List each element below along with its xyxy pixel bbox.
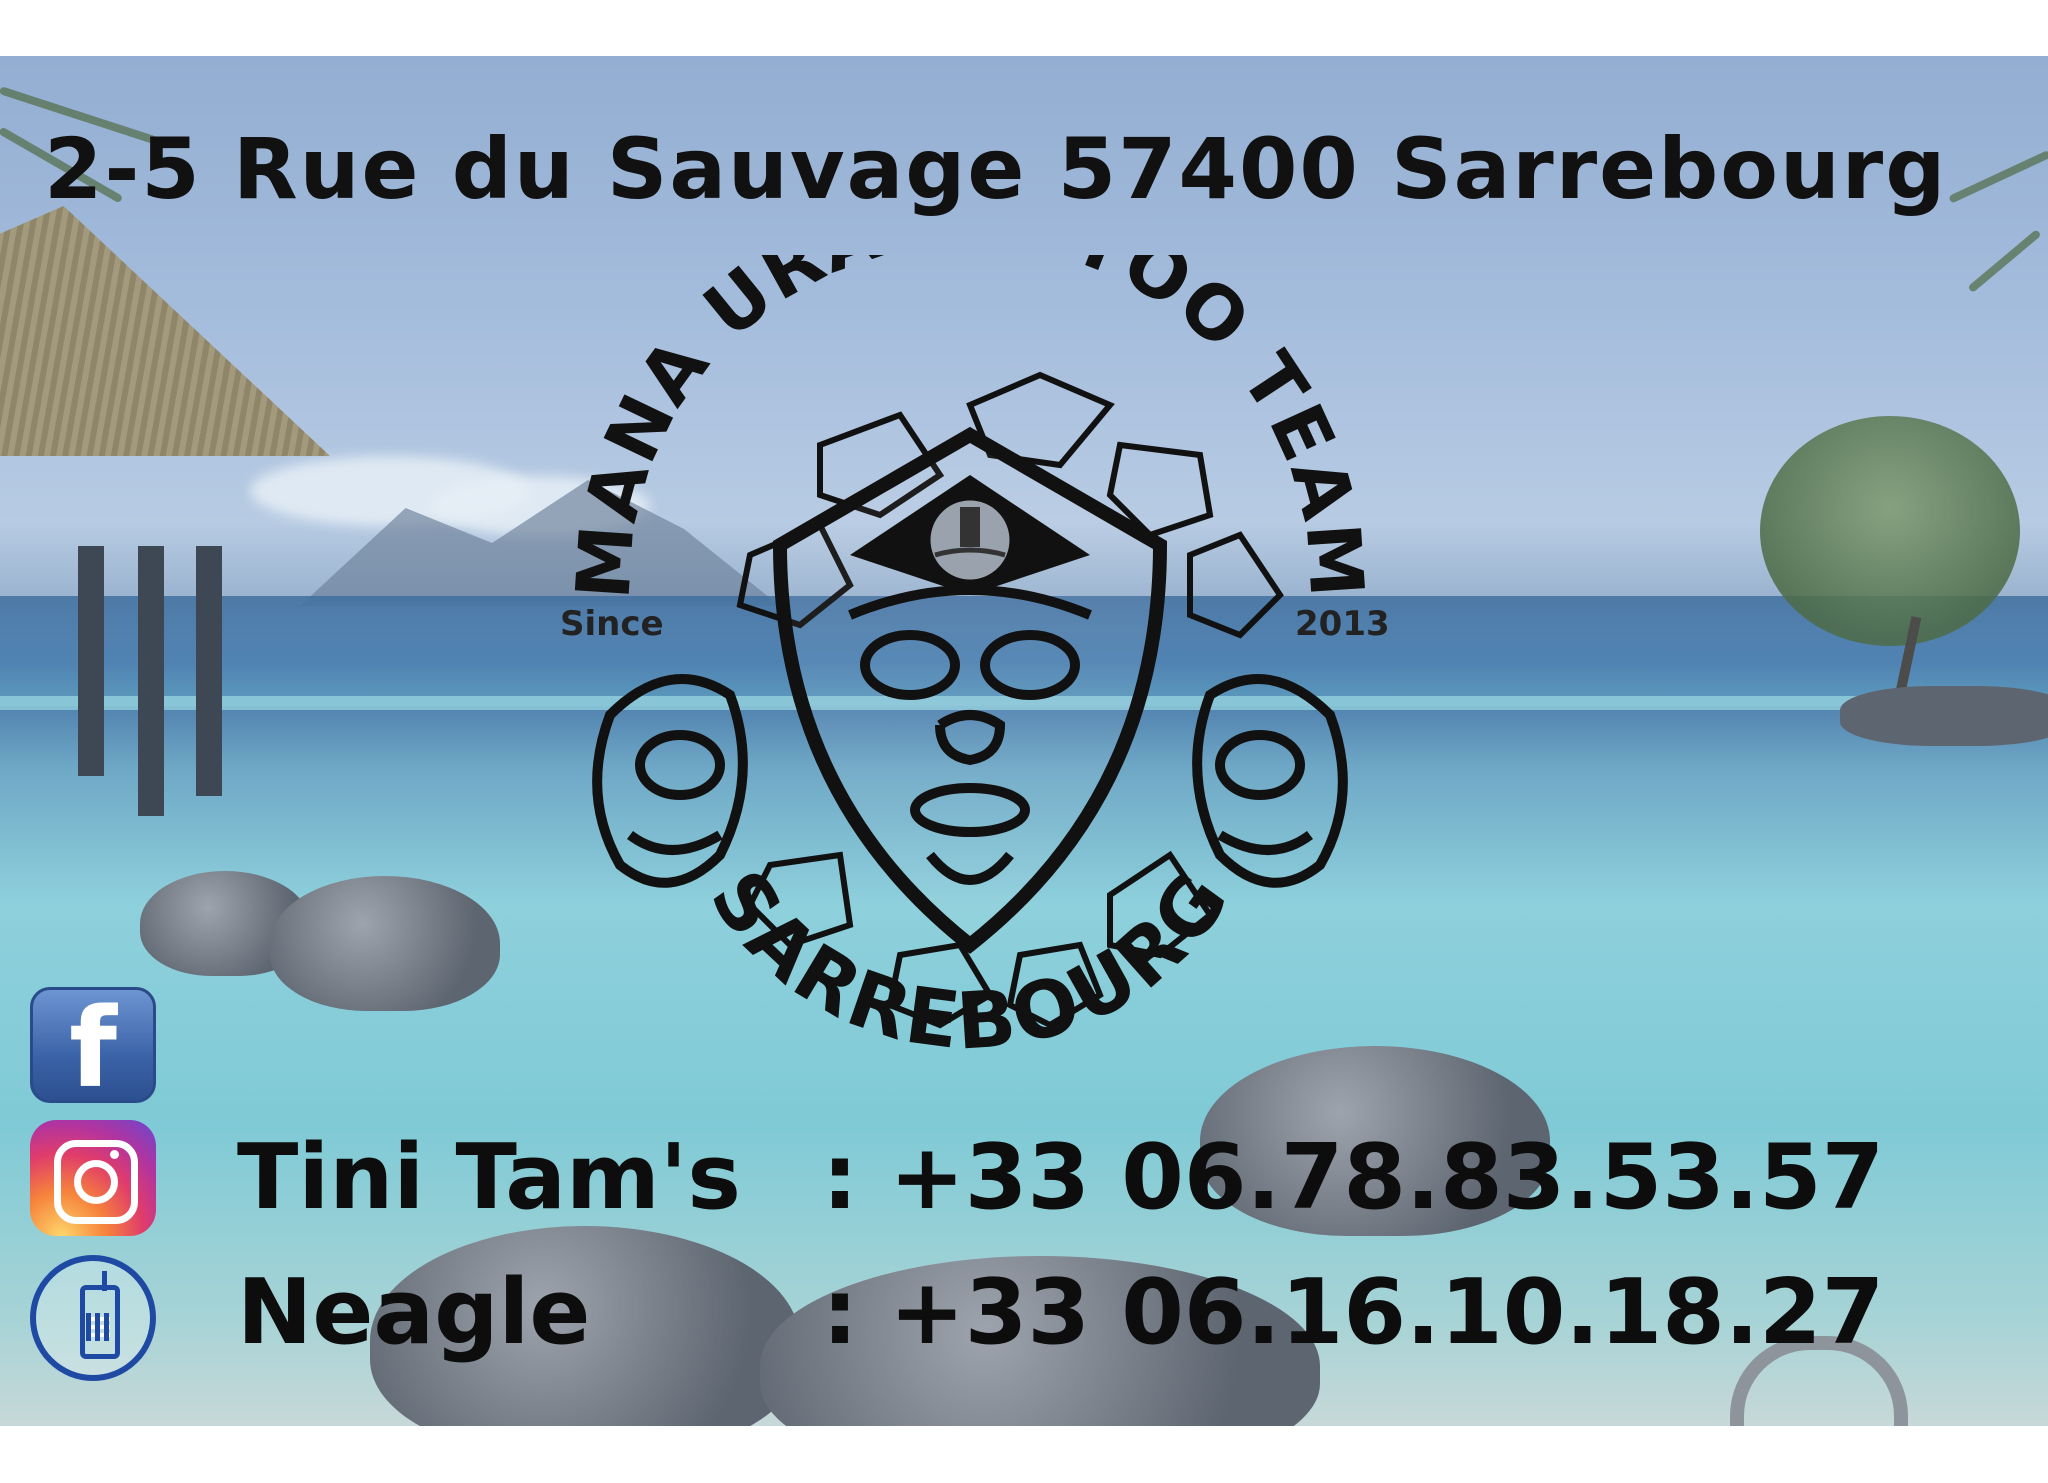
hut-post	[196, 546, 222, 796]
since-year: 2013	[1295, 604, 1390, 644]
tree-canopy	[1760, 416, 2020, 646]
instagram-dot	[110, 1150, 119, 1159]
facebook-icon[interactable]: f	[30, 987, 156, 1106]
contact-name: Neagle	[237, 1260, 591, 1365]
palm-leaf	[1948, 149, 2048, 204]
contact-phone[interactable]: : +33 06.78.83.53.57	[822, 1125, 1884, 1230]
contact-row: Neagle : +33 06.16.10.18.27	[237, 1260, 1884, 1365]
instagram-lens	[74, 1160, 118, 1204]
mana-ura-tattoo-logo: MANA URA TATTOO TEAM SARREBOURG Since 20…	[520, 176, 1420, 1105]
instagram-icon[interactable]	[30, 1120, 156, 1236]
logo-graphic: MANA URA TATTOO TEAM SARREBOURG Since 20…	[560, 176, 1390, 1068]
emblem-tower	[960, 507, 980, 547]
facebook-glyph: f	[69, 984, 117, 1112]
contact-name: Tini Tam's	[237, 1125, 741, 1230]
phone-keypad	[86, 1313, 110, 1341]
contact-row: Tini Tam's : +33 06.78.83.53.57	[237, 1125, 1884, 1230]
hut-post	[138, 546, 164, 816]
since-label: Since	[560, 604, 664, 644]
mobile-phone-icon[interactable]	[30, 1255, 156, 1381]
side-tiki-left	[592, 674, 748, 888]
contact-phone[interactable]: : +33 06.16.10.18.27	[822, 1260, 1884, 1365]
side-tiki-right	[1192, 674, 1348, 888]
palm-leaf	[1967, 229, 2042, 294]
thatched-hut-roof	[0, 206, 330, 456]
address-heading: 2-5 Rue du Sauvage 57400 Sarrebourg	[44, 120, 1948, 218]
rock-island	[1840, 686, 2048, 746]
rock	[270, 876, 500, 1011]
hut-post	[78, 546, 104, 776]
